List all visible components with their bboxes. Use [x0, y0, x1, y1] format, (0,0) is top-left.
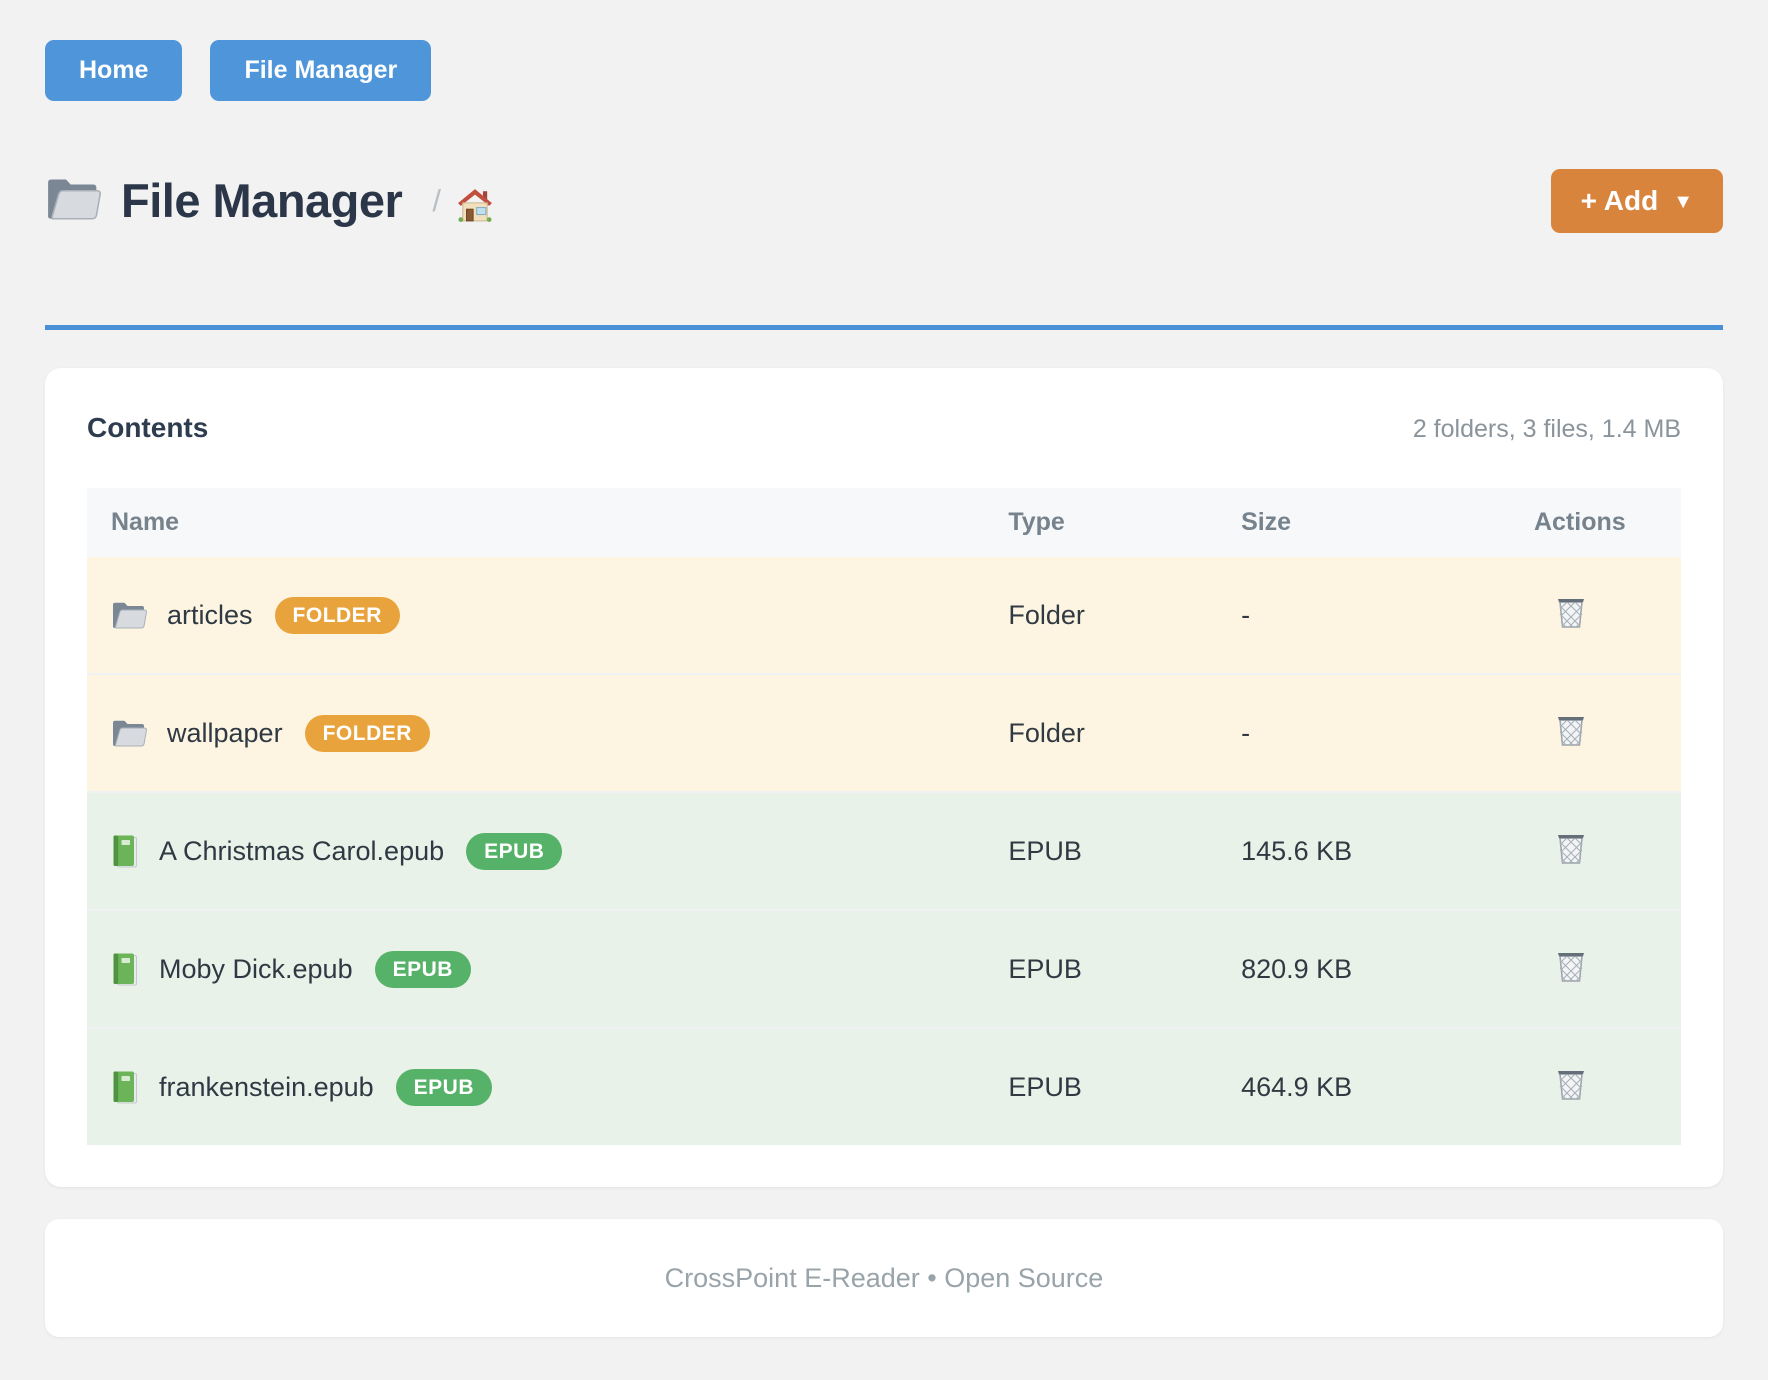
file-name-link[interactable]: frankenstein.epub	[159, 1072, 374, 1103]
trash-icon	[1554, 1065, 1588, 1102]
trash-icon	[1554, 829, 1588, 866]
table-header-row: Name Type Size Actions	[87, 488, 1681, 557]
delete-button[interactable]	[1554, 947, 1588, 984]
file-size: 145.6 KB	[1241, 792, 1528, 910]
chevron-down-icon: ▼	[1673, 192, 1693, 212]
breadcrumb-home-link[interactable]	[457, 188, 493, 222]
epub-badge: EPUB	[375, 951, 471, 988]
page-header: File Manager / + Add ▼	[45, 169, 1723, 233]
trash-icon	[1554, 947, 1588, 984]
file-name-link[interactable]: A Christmas Carol.epub	[159, 836, 444, 867]
top-nav: Home File Manager	[45, 40, 1723, 101]
delete-button[interactable]	[1554, 829, 1588, 866]
contents-title: Contents	[87, 410, 208, 446]
epub-badge: EPUB	[396, 1069, 492, 1106]
add-button[interactable]: + Add ▼	[1551, 169, 1723, 233]
page-title: File Manager	[121, 175, 402, 227]
folder-badge: FOLDER	[275, 597, 400, 634]
folder-icon	[45, 175, 101, 227]
column-header-type: Type	[1008, 488, 1241, 557]
accent-divider	[45, 325, 1723, 330]
contents-header: Contents 2 folders, 3 files, 1.4 MB	[87, 410, 1681, 446]
folder-icon	[111, 600, 147, 630]
table-row[interactable]: frankenstein.epub EPUB EPUB 464.9 KB	[87, 1028, 1681, 1145]
file-type: EPUB	[1008, 792, 1241, 910]
delete-button[interactable]	[1554, 711, 1588, 748]
add-button-label: + Add	[1581, 187, 1659, 215]
contents-summary: 2 folders, 3 files, 1.4 MB	[1413, 415, 1681, 444]
column-header-size: Size	[1241, 488, 1528, 557]
column-header-name: Name	[87, 488, 1008, 557]
file-type: EPUB	[1008, 910, 1241, 1028]
file-name-link[interactable]: articles	[167, 600, 253, 631]
table-row[interactable]: articles FOLDER Folder -	[87, 557, 1681, 674]
delete-button[interactable]	[1554, 593, 1588, 630]
file-size: 464.9 KB	[1241, 1028, 1528, 1145]
home-button[interactable]: Home	[45, 40, 182, 101]
file-name-link[interactable]: Moby Dick.epub	[159, 954, 353, 985]
page: Home File Manager File Manager / + Add ▼…	[0, 0, 1768, 1337]
table-row[interactable]: A Christmas Carol.epub EPUB EPUB 145.6 K…	[87, 792, 1681, 910]
delete-button[interactable]	[1554, 1065, 1588, 1102]
table-row[interactable]: wallpaper FOLDER Folder -	[87, 674, 1681, 792]
footer-text: CrossPoint E-Reader • Open Source	[665, 1263, 1104, 1294]
green-book-icon	[111, 834, 139, 868]
contents-card: Contents 2 folders, 3 files, 1.4 MB Name…	[45, 368, 1723, 1187]
column-header-actions: Actions	[1528, 488, 1681, 557]
folder-icon	[111, 718, 147, 748]
green-book-icon	[111, 952, 139, 986]
table-row[interactable]: Moby Dick.epub EPUB EPUB 820.9 KB	[87, 910, 1681, 1028]
file-type: Folder	[1008, 674, 1241, 792]
file-manager-button[interactable]: File Manager	[210, 40, 431, 101]
folder-badge: FOLDER	[305, 715, 430, 752]
footer: CrossPoint E-Reader • Open Source	[45, 1219, 1723, 1337]
file-table: Name Type Size Actions articles FOLDER F…	[87, 488, 1681, 1145]
trash-icon	[1554, 593, 1588, 630]
file-size: -	[1241, 674, 1528, 792]
breadcrumb-separator: /	[432, 183, 441, 219]
epub-badge: EPUB	[466, 833, 562, 870]
file-size: -	[1241, 557, 1528, 674]
green-book-icon	[111, 1070, 139, 1104]
trash-icon	[1554, 711, 1588, 748]
file-size: 820.9 KB	[1241, 910, 1528, 1028]
file-name-link[interactable]: wallpaper	[167, 718, 283, 749]
file-type: Folder	[1008, 557, 1241, 674]
file-type: EPUB	[1008, 1028, 1241, 1145]
house-icon	[457, 188, 493, 222]
